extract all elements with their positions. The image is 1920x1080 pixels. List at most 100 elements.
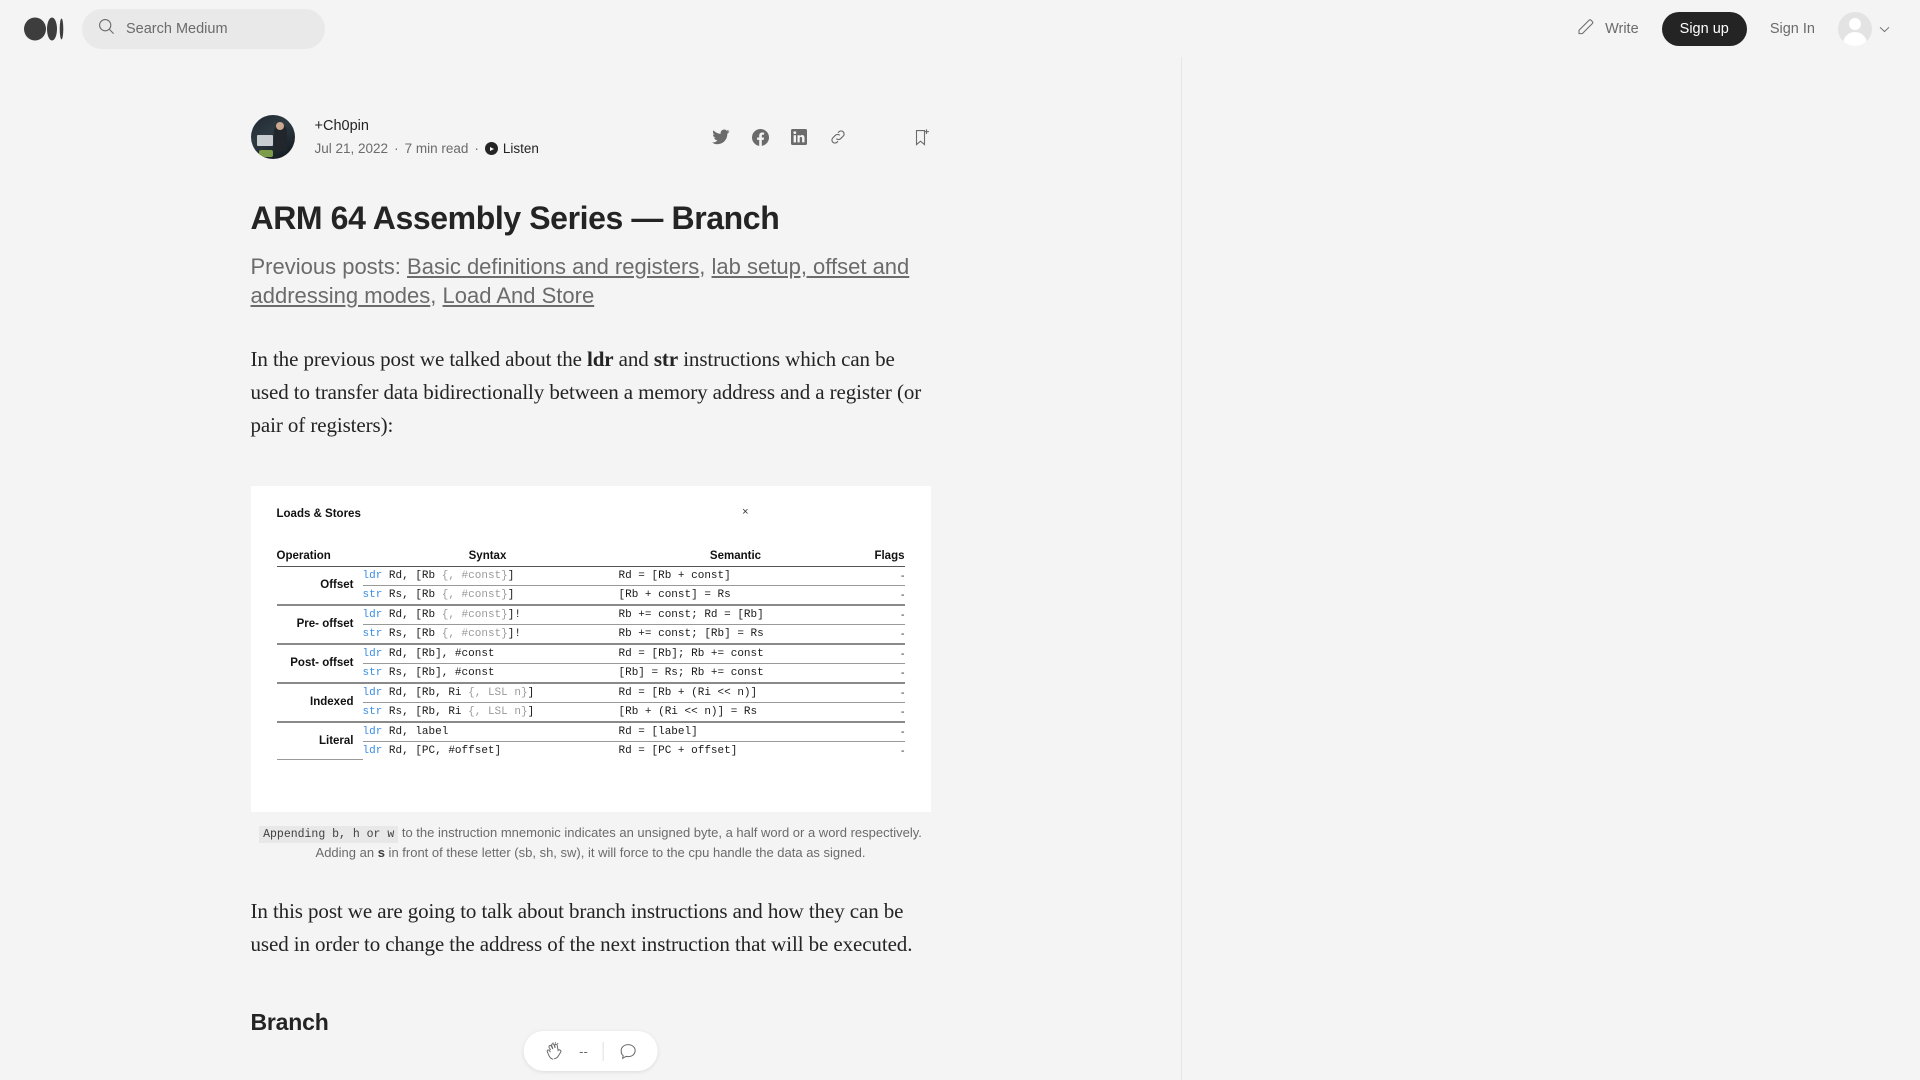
comment-icon[interactable] bbox=[619, 1042, 638, 1061]
flags-cell: - bbox=[900, 627, 905, 640]
column-syntax: Syntax bbox=[362, 549, 613, 567]
syntax-cell: ldr Rd, [Rb], #const bbox=[362, 642, 613, 664]
syntax-cell: ldr Rd, [PC, #offset] bbox=[362, 744, 502, 757]
operation-cell: Pre- offset bbox=[276, 603, 363, 645]
operation-cell: Offset bbox=[276, 566, 363, 606]
syntax-cell: str Rs, [Rb, Ri {, LSL n}] bbox=[362, 705, 535, 718]
operation-cell: Literal bbox=[276, 720, 363, 761]
write-label: Write bbox=[1605, 20, 1639, 37]
clap-count: -- bbox=[579, 1043, 588, 1059]
read-time: 7 min read bbox=[404, 140, 469, 156]
caption-code: Appending b, h or w bbox=[259, 825, 399, 843]
semantic-cell: Rd = [label] bbox=[612, 720, 859, 742]
flags-cell: - bbox=[900, 705, 905, 718]
header-actions: Write Sign up Sign In bbox=[1577, 11, 1890, 46]
syntax-cell: str Rs, [Rb], #const bbox=[362, 666, 495, 679]
author-name[interactable]: +Ch0pin bbox=[315, 116, 539, 136]
table-header-row: Operation Syntax Semantic Flags bbox=[276, 549, 905, 567]
table-row: ldr Rd, [PC, #offset] Rd = [PC + offset] - bbox=[277, 741, 905, 760]
flags-cell: - bbox=[858, 566, 905, 586]
operation-cell: Post- offset bbox=[276, 642, 363, 684]
previous-post-link-3[interactable]: Load And Store bbox=[443, 283, 595, 308]
syntax-cell: ldr Rd, [Rb {, #const}] bbox=[362, 566, 613, 586]
caption-part2: in front of these letter (sb, sh, sw), i… bbox=[384, 844, 866, 860]
meta-separator: · bbox=[474, 140, 479, 156]
syntax-cell: ldr Rd, [Rb {, #const}]! bbox=[362, 603, 613, 625]
column-operation: Operation bbox=[276, 549, 363, 567]
semantic-cell: Rd = [Rb + const] bbox=[612, 566, 859, 586]
flags-cell: - bbox=[858, 642, 905, 664]
flags-cell: - bbox=[900, 666, 905, 679]
twitter-icon[interactable] bbox=[711, 129, 730, 145]
figure-image: Loads & Stores × Operation Syntax Semant… bbox=[250, 485, 931, 812]
author-avatar[interactable] bbox=[250, 115, 295, 159]
close-icon: × bbox=[742, 505, 749, 518]
pencil-write-icon bbox=[1577, 17, 1596, 40]
chevron-down-icon bbox=[1879, 20, 1890, 38]
code-ldr: ldr bbox=[586, 347, 614, 372]
caption-bold: s bbox=[377, 844, 385, 860]
previous-posts-label: Previous posts: bbox=[250, 254, 401, 279]
facebook-icon[interactable] bbox=[751, 128, 769, 146]
bookmark-icon[interactable] bbox=[913, 128, 931, 147]
user-avatar-icon bbox=[1838, 11, 1872, 46]
share-actions bbox=[711, 128, 931, 147]
link-icon[interactable] bbox=[829, 128, 847, 146]
listen-label: Listen bbox=[502, 140, 539, 156]
account-menu[interactable] bbox=[1838, 11, 1890, 46]
table-row: Offset ldr Rd, [Rb {, #const}] Rd = [Rb + … bbox=[276, 566, 905, 606]
semantic-cell: [Rb] = Rs; Rb += const bbox=[618, 666, 764, 679]
article-paragraph-1: In the previous post we talked about the… bbox=[251, 343, 931, 443]
flags-cell: - bbox=[858, 720, 905, 742]
syntax-cell: str Rs, [Rb {, #const}]! bbox=[362, 627, 521, 640]
table-row: str Rs, [Rb, Ri {, LSL n}] [Rb + (Ri << n… bbox=[277, 702, 905, 722]
medium-logo-icon[interactable] bbox=[24, 8, 66, 50]
previous-posts: Previous posts: Basic definitions and re… bbox=[250, 254, 910, 309]
article-paragraph-2: In this post we are going to talk about … bbox=[250, 898, 913, 956]
write-button[interactable]: Write bbox=[1577, 17, 1639, 40]
signup-button[interactable]: Sign up bbox=[1661, 11, 1747, 46]
clap-comment-toolbar: -- bbox=[523, 1031, 658, 1071]
table-row: Post- offset ldr Rd, [Rb], #const Rd = [Rb… bbox=[276, 642, 905, 684]
semantic-cell: [Rb + const] = Rs bbox=[618, 588, 731, 601]
semantic-cell: Rd = [Rb]; Rb += const bbox=[612, 642, 859, 664]
page-body: +Ch0pin Jul 21, 2022 · 7 min read · List… bbox=[0, 57, 1920, 1080]
previous-post-link-1[interactable]: Basic definitions and registers bbox=[407, 254, 699, 279]
syntax-cell: str Rs, [Rb {, #const}] bbox=[362, 588, 515, 601]
syntax-cell: ldr Rd, [Rb, Ri {, LSL n}] bbox=[362, 681, 613, 703]
table-row: Pre- offset ldr Rd, [Rb {, #const}]! Rb +=… bbox=[276, 603, 905, 645]
meta-separator: · bbox=[394, 140, 399, 156]
play-icon bbox=[484, 142, 498, 155]
syntax-cell: ldr Rd, label bbox=[362, 720, 613, 742]
flags-cell: - bbox=[858, 603, 905, 625]
article-title: ARM 64 Assembly Series — Branch bbox=[250, 200, 780, 236]
article-meta: Jul 21, 2022 · 7 min read · Listen bbox=[315, 139, 539, 159]
loads-stores-table: Operation Syntax Semantic Flags Offset ld… bbox=[276, 549, 905, 761]
column-semantic: Semantic bbox=[612, 549, 859, 567]
code-str: str bbox=[653, 347, 679, 372]
table-row: Indexed ldr Rd, [Rb, Ri {, LSL n}] Rd = [R… bbox=[276, 681, 905, 723]
table-row: str Rs, [Rb {, #const}] [Rb + const] = Rs… bbox=[277, 585, 905, 605]
search-input[interactable] bbox=[126, 20, 309, 37]
figure-title: Loads & Stores bbox=[276, 507, 361, 520]
listen-button[interactable]: Listen bbox=[484, 139, 539, 159]
linkedin-icon[interactable] bbox=[790, 129, 807, 145]
flags-cell: - bbox=[900, 588, 905, 601]
signin-button[interactable]: Sign In bbox=[1770, 21, 1815, 37]
loads-and-stores-figure: Loads & Stores × Operation Syntax Semant… bbox=[250, 485, 931, 862]
table-row: str Rs, [Rb {, #const}]! Rb += const; [Rb… bbox=[277, 624, 905, 644]
operation-cell: Indexed bbox=[276, 681, 363, 723]
article-byline: +Ch0pin Jul 21, 2022 · 7 min read · List… bbox=[250, 109, 931, 165]
clap-icon[interactable] bbox=[543, 1041, 564, 1062]
table-row: Literal ldr Rd, label Rd = [label] - bbox=[276, 720, 905, 761]
article-column: +Ch0pin Jul 21, 2022 · 7 min read · List… bbox=[0, 57, 1182, 1080]
semantic-cell: [Rb + (Ri << n)] = Rs bbox=[618, 705, 758, 718]
column-flags: Flags bbox=[858, 549, 905, 567]
toolbar-divider bbox=[602, 1041, 604, 1061]
table-row: str Rs, [Rb], #const [Rb] = Rs; Rb += con… bbox=[277, 663, 905, 683]
flags-cell: - bbox=[858, 681, 905, 703]
search-box[interactable] bbox=[82, 8, 325, 49]
search-icon bbox=[98, 18, 115, 40]
semantic-cell: Rb += const; [Rb] = Rs bbox=[618, 627, 764, 640]
article-content: +Ch0pin Jul 21, 2022 · 7 min read · List… bbox=[250, 57, 931, 1036]
